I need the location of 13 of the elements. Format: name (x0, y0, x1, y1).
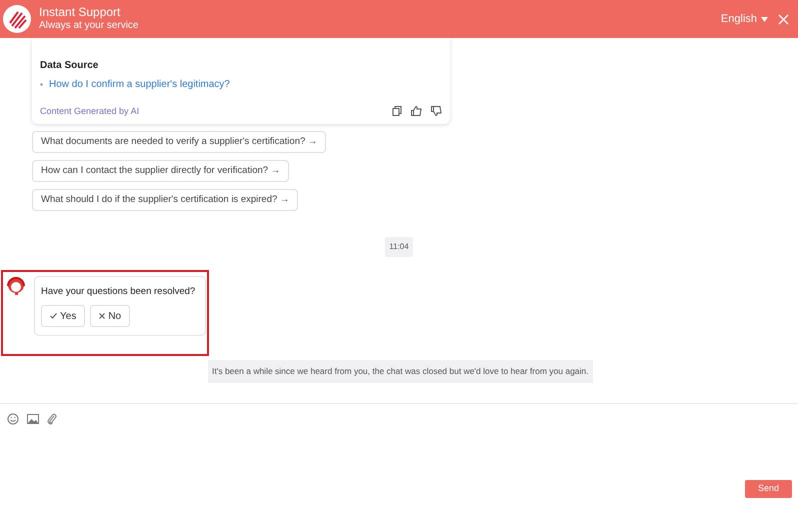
chat-closed-notice: It's been a while since we heard from you, the chat was closed but we'd love to hear from you again. (208, 360, 593, 383)
source-link[interactable]: How do I confirm a supplier's legitimacy? (49, 77, 230, 92)
suggested-question-button[interactable]: What documents are needed to verify a supplier's certification? → (32, 131, 326, 153)
timestamp: 11:04 (385, 237, 413, 257)
header-title: Instant Support (39, 5, 122, 20)
survey-question: Have your questions been resolved? (41, 285, 196, 299)
ai-disclaimer: Content Generated by AI (40, 104, 140, 118)
no-button[interactable]: No (90, 305, 130, 328)
yes-button[interactable]: Yes (41, 305, 86, 328)
suggested-question-button[interactable]: What should I do if the supplier's certification is expired? → (32, 189, 298, 211)
suggested-question-button[interactable]: How can I contact the supplier directly for verification? → (32, 160, 290, 182)
section-title: Data Source (40, 59, 100, 73)
header-subtitle: Always at your service (39, 20, 138, 33)
